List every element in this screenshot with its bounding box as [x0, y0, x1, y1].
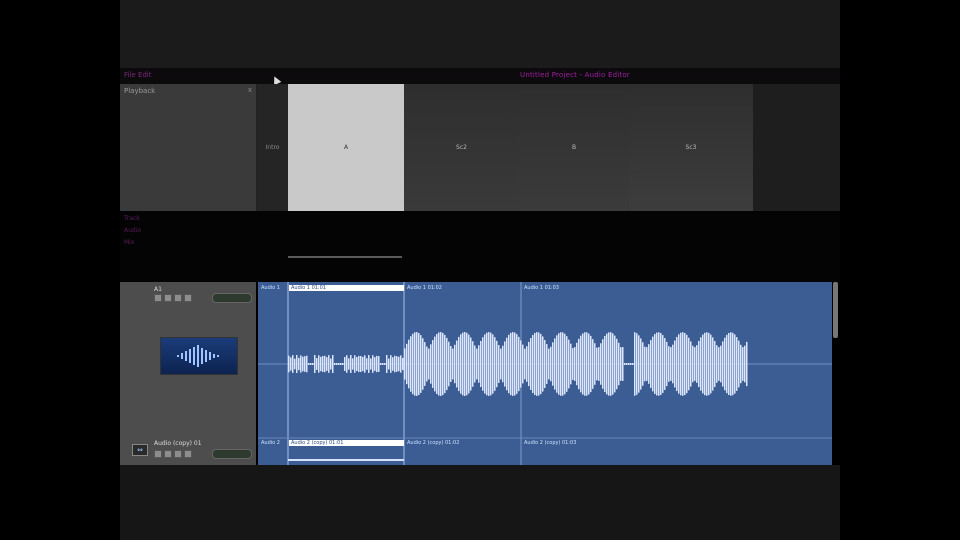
audio-editor-window: File Edit Untitled Project - Audio Edito… [120, 0, 840, 540]
menu-left-label[interactable]: File Edit [124, 71, 152, 79]
letterbox-right [840, 0, 960, 540]
mute-button[interactable] [154, 294, 162, 302]
viewer-panel: Playback x [120, 84, 257, 211]
clip-thumbnail[interactable]: Sc2 [404, 84, 519, 211]
playhead-range-bar[interactable] [288, 256, 402, 258]
segment-label: Audio 2 (copy) 01:02 [407, 440, 460, 446]
segment-label-selected: Audio 1 01:01 [289, 285, 404, 291]
segment-label: Audio 1 [261, 285, 280, 291]
timeline: A1 ⇔ Audio (copy) 01 Audio 1 Audio 1 01:… [120, 282, 840, 465]
clip-thumbnail-selected[interactable]: A [288, 84, 404, 211]
expand-icon[interactable]: ⇔ [132, 444, 148, 456]
waveform-track[interactable]: Audio 1 Audio 1 01:01 Audio 1 01:02 Audi… [258, 282, 832, 465]
track-volume-pill[interactable] [212, 449, 252, 459]
strip-label: Mix [124, 239, 135, 246]
vertical-scrollbar[interactable] [833, 282, 838, 338]
solo-button[interactable] [164, 294, 172, 302]
clip-thumbnail[interactable]: Sc3 [629, 84, 753, 211]
track-name: A1 [154, 286, 162, 293]
segment-label: Audio 1 01:03 [524, 285, 559, 291]
lock-button[interactable] [184, 450, 192, 458]
top-dark-area [120, 0, 840, 68]
window-title: Untitled Project - Audio Editor [520, 71, 630, 79]
viewer-title: Playback [124, 87, 156, 95]
mute-button[interactable] [154, 450, 162, 458]
track-waveform-thumbnail [160, 337, 238, 375]
clip-thumbnail[interactable] [753, 84, 840, 211]
solo-button[interactable] [164, 450, 172, 458]
waveform-graphic [258, 282, 832, 465]
lock-button[interactable] [184, 294, 192, 302]
record-button[interactable] [174, 450, 182, 458]
track-buttons [154, 294, 192, 302]
close-icon[interactable]: x [248, 86, 252, 94]
segment-label-selected: Audio 2 (copy) 01:01 [289, 440, 404, 446]
track-name-bottom: Audio (copy) 01 [154, 440, 202, 447]
strip-label: Audio [124, 227, 142, 234]
segment-label: Audio 1 01:02 [407, 285, 442, 291]
menu-bar: File Edit Untitled Project - Audio Edito… [120, 68, 840, 84]
track-volume-pill[interactable] [212, 293, 252, 303]
letterbox-left [0, 0, 120, 540]
segment-label: Audio 2 (copy) 01:03 [524, 440, 577, 446]
segment-label: Audio 2 [261, 440, 280, 446]
strip-label: Track [124, 215, 140, 222]
bottom-bar [120, 465, 840, 540]
clip-thumbnail[interactable]: B [519, 84, 629, 211]
track-header: A1 ⇔ Audio (copy) 01 [120, 282, 256, 465]
clip-thumbnail[interactable]: Intro [257, 84, 288, 211]
record-button[interactable] [174, 294, 182, 302]
track-buttons-bottom [154, 450, 192, 458]
clip-thumbnail-row: Intro A Sc2 B Sc3 [257, 84, 840, 211]
inspector-strip: Track Audio Mix [120, 211, 840, 282]
